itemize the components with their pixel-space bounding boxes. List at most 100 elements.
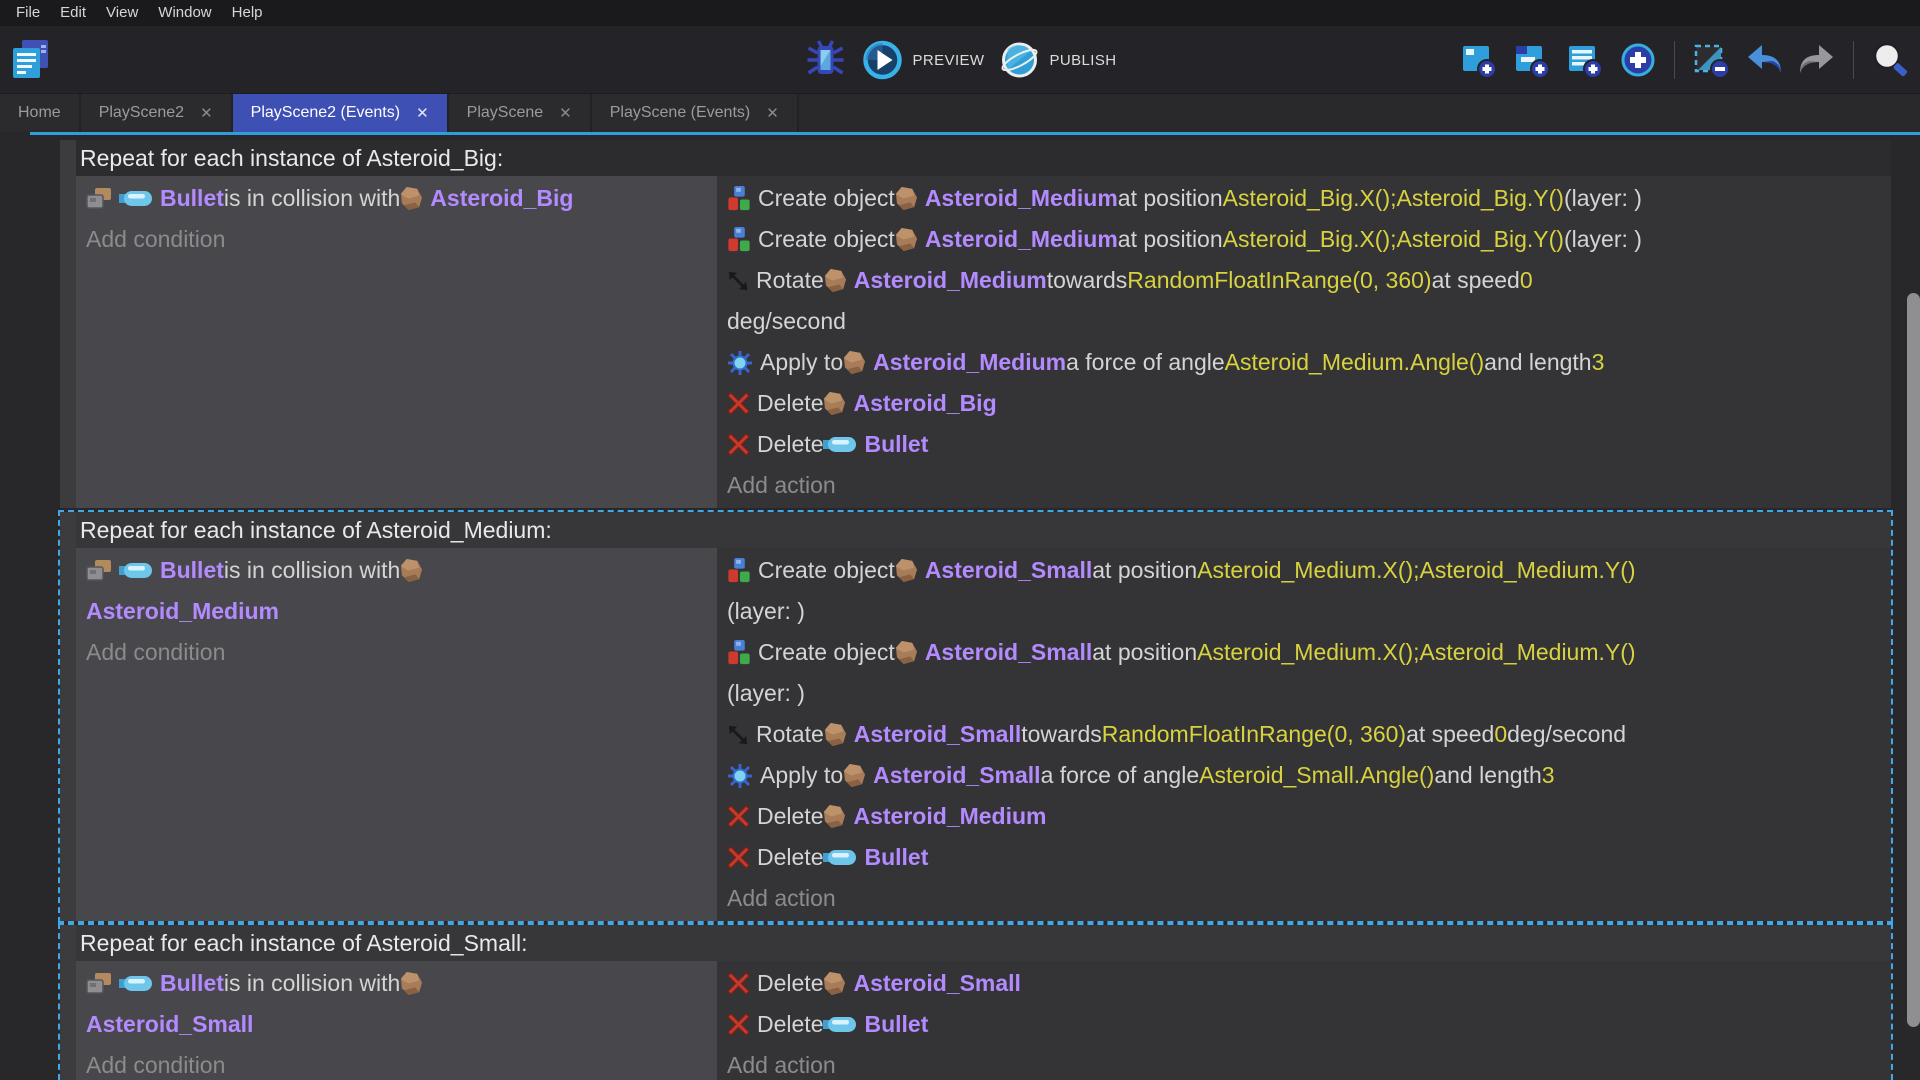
event-drag-handle[interactable] [60,140,76,508]
text-segment: Create object [758,557,895,584]
menu-help[interactable]: Help [222,0,273,26]
condition-row[interactable]: Bullet is in collision with [76,550,717,591]
add-circle-button[interactable] [1616,36,1660,84]
event-body: Bullet is in collision with Asteroid_Sma… [76,961,1891,1080]
event-body: Bullet is in collision with Asteroid_Med… [76,548,1891,921]
add-event-button[interactable] [1457,36,1501,84]
tab-playscene-events[interactable]: PlayScene (Events)✕ [592,94,799,132]
tab-close-icon[interactable]: ✕ [559,104,572,122]
action-row[interactable]: Create object Asteroid_Small at position… [717,632,1891,673]
condition-row[interactable]: Asteroid_Medium [76,591,717,632]
menu-edit[interactable]: Edit [50,0,96,26]
text-segment: Bullet [864,844,928,871]
condition-row[interactable]: Asteroid_Small [76,1004,717,1045]
text-segment: Delete [757,431,823,458]
text-segment: Create object [758,226,895,253]
search-button[interactable] [1868,36,1912,84]
action-row[interactable]: Delete Asteroid_Big [717,383,1891,424]
text-segment: Asteroid_Medium [925,226,1118,253]
debug-button[interactable] [804,36,848,84]
tab-close-icon[interactable]: ✕ [200,104,213,122]
add-comment-button[interactable] [1563,36,1607,84]
remove-selection-button[interactable] [1689,36,1733,84]
conditions-column[interactable]: Bullet is in collision with Asteroid_Sma… [76,961,717,1080]
tab-home[interactable]: Home [0,94,81,132]
text-segment: Rotate [756,721,824,748]
text-segment: Create object [758,639,895,666]
action-row[interactable]: Delete Bullet [717,837,1891,878]
action-row[interactable]: Apply to Asteroid_Medium a force of angl… [717,342,1891,383]
text-segment: Asteroid_Medium [925,185,1118,212]
vertical-scrollbar-thumb[interactable] [1907,293,1920,1027]
actions-column[interactable]: Create object Asteroid_Medium at positio… [717,176,1891,508]
redo-button[interactable] [1795,36,1839,84]
text-segment: Add action [727,885,836,912]
event-header[interactable]: Repeat for each instance of Asteroid_Big… [76,140,1891,176]
action-row[interactable]: Create object Asteroid_Medium at positio… [717,219,1891,260]
menu-view[interactable]: View [96,0,148,26]
event-header[interactable]: Repeat for each instance of Asteroid_Sma… [76,925,1891,961]
event-drag-handle[interactable] [60,512,76,921]
conditions-column[interactable]: Bullet is in collision with Asteroid_Big… [76,176,717,508]
condition-row[interactable]: Bullet is in collision with Asteroid_Big [76,178,717,219]
action-row[interactable]: Delete Asteroid_Medium [717,796,1891,837]
add-condition-button[interactable]: Add condition [76,632,717,673]
action-row[interactable]: Delete Asteroid_Small [717,963,1891,1004]
action-row[interactable]: (layer: ) [717,591,1891,632]
add-action-button[interactable]: Add action [717,465,1891,506]
text-segment: Delete [757,970,823,997]
bullet-icon [823,436,857,453]
text-segment: Delete [757,390,823,417]
text-segment: Asteroid_Small [925,639,1092,666]
text-segment: Bullet [160,185,224,212]
asteroid-icon [895,186,918,211]
text-segment: Asteroid_Big [853,390,996,417]
action-row[interactable]: Delete Bullet [717,424,1891,465]
tab-close-icon[interactable]: ✕ [766,104,779,122]
asteroid-icon [843,763,866,788]
menu-file[interactable]: File [6,0,50,26]
event-block-2[interactable]: Repeat for each instance of Asteroid_Med… [58,510,1893,923]
add-condition-button[interactable]: Add condition [76,219,717,260]
publish-button[interactable]: PUBLISH [998,26,1116,94]
preview-button[interactable]: PREVIEW [862,26,985,94]
conditions-column[interactable]: Bullet is in collision with Asteroid_Med… [76,548,717,921]
gdevelop-home-button[interactable] [8,36,52,84]
event-drag-handle[interactable] [60,925,76,1080]
add-action-button[interactable]: Add action [717,1045,1891,1080]
event-block-1[interactable]: Repeat for each instance of Asteroid_Big… [58,138,1893,510]
text-segment: at position [1092,639,1197,666]
action-row[interactable]: Apply to Asteroid_Small a force of angle… [717,755,1891,796]
asteroid-icon [895,640,918,665]
delete-icon [727,805,750,828]
asteroid-icon [843,350,866,375]
action-row[interactable]: Create object Asteroid_Medium at positio… [717,178,1891,219]
action-row[interactable]: (layer: ) [717,673,1891,714]
undo-button[interactable] [1742,36,1786,84]
actions-column[interactable]: Create object Asteroid_Small at position… [717,548,1891,921]
condition-row[interactable]: Bullet is in collision with [76,963,717,1004]
tab-close-icon[interactable]: ✕ [416,104,429,122]
text-segment: at speed [1406,721,1494,748]
asteroid-icon [400,186,423,211]
event-block-3[interactable]: Repeat for each instance of Asteroid_Sma… [58,923,1893,1080]
text-segment: Create object [758,185,895,212]
action-row[interactable]: Delete Bullet [717,1004,1891,1045]
tab-label: PlayScene2 [99,104,184,122]
tab-playscene2[interactable]: PlayScene2 ✕ [81,94,233,132]
text-segment: 3 [1592,349,1605,376]
add-condition-button[interactable]: Add condition [76,1045,717,1080]
action-row[interactable]: Create object Asteroid_Small at position… [717,550,1891,591]
bullet-icon [119,975,153,992]
action-row[interactable]: deg/second [717,301,1891,342]
actions-column[interactable]: Delete Asteroid_SmallDelete BulletAdd ac… [717,961,1891,1080]
action-row[interactable]: Rotate Asteroid_Medium towards RandomFlo… [717,260,1891,301]
add-action-button[interactable]: Add action [717,878,1891,919]
tab-playscene[interactable]: PlayScene✕ [449,94,592,132]
add-subevent-button[interactable] [1510,36,1554,84]
action-row[interactable]: Rotate Asteroid_Small towards RandomFloa… [717,714,1891,755]
event-header[interactable]: Repeat for each instance of Asteroid_Med… [76,512,1891,548]
tab-playscene2-events[interactable]: PlayScene2 (Events)✕ [233,94,449,132]
delete-icon [727,1013,750,1036]
menu-window[interactable]: Window [148,0,221,26]
